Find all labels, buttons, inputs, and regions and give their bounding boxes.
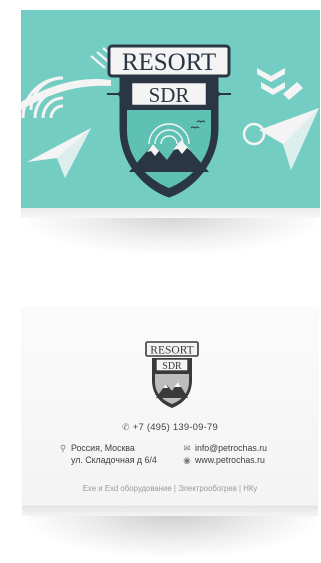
email-link[interactable]: info@petrochas.ru xyxy=(195,443,267,453)
resort-sdr-logo: RESORT SDR xyxy=(107,44,231,198)
paper-plane-right-decoration xyxy=(259,108,319,170)
right-wings-decoration xyxy=(257,68,303,100)
back-resort-sdr-logo: RESORT SDR xyxy=(145,341,199,408)
address-line-1-row: ⚲ Россия, Москва xyxy=(58,442,183,454)
front-card-artwork: RESORT SDR xyxy=(21,44,319,198)
email-row: ✉ info@petrochas.ru xyxy=(182,442,314,454)
globe-icon: ◉ xyxy=(183,455,191,465)
back-card-shadow xyxy=(28,512,316,556)
address-line-1: Россия, Москва xyxy=(71,443,135,453)
paper-plane-left-decoration xyxy=(27,128,91,178)
address-block: ⚲ Россия, Москва ул. Складочная д 6/4 xyxy=(58,442,183,466)
address-line-2: ул. Складочная д 6/4 xyxy=(71,455,157,465)
back-logo-word-bottom: SDR xyxy=(162,361,182,372)
services-tagline: Exe и Exd оборудование | Электрообогрев … xyxy=(82,484,258,493)
envelope-icon: ✉ xyxy=(183,443,191,453)
front-logo-word-bottom: SDR xyxy=(149,83,190,107)
contact-block: ✉ info@petrochas.ru ◉ www.petrochas.ru xyxy=(182,442,314,466)
phone-number[interactable]: +7 (495) 139-09-79 xyxy=(133,422,218,433)
back-card: RESORT SDR ✆ +7 (495) 139-09-79 ⚲ Россия, … xyxy=(22,308,318,506)
website-link[interactable]: www.petrochas.ru xyxy=(195,455,265,465)
website-row: ◉ www.petrochas.ru xyxy=(182,454,314,466)
phone-row: ✆ +7 (495) 139-09-79 xyxy=(22,422,318,433)
back-logo-word-top: RESORT xyxy=(150,345,193,357)
circle-accent-decoration xyxy=(242,122,266,146)
location-pin-icon: ⚲ xyxy=(59,443,67,453)
front-logo-word-top: RESORT xyxy=(122,49,216,76)
front-card-shadow xyxy=(26,214,318,254)
phone-icon: ✆ xyxy=(122,422,130,432)
front-card: RESORT SDR xyxy=(21,10,320,208)
